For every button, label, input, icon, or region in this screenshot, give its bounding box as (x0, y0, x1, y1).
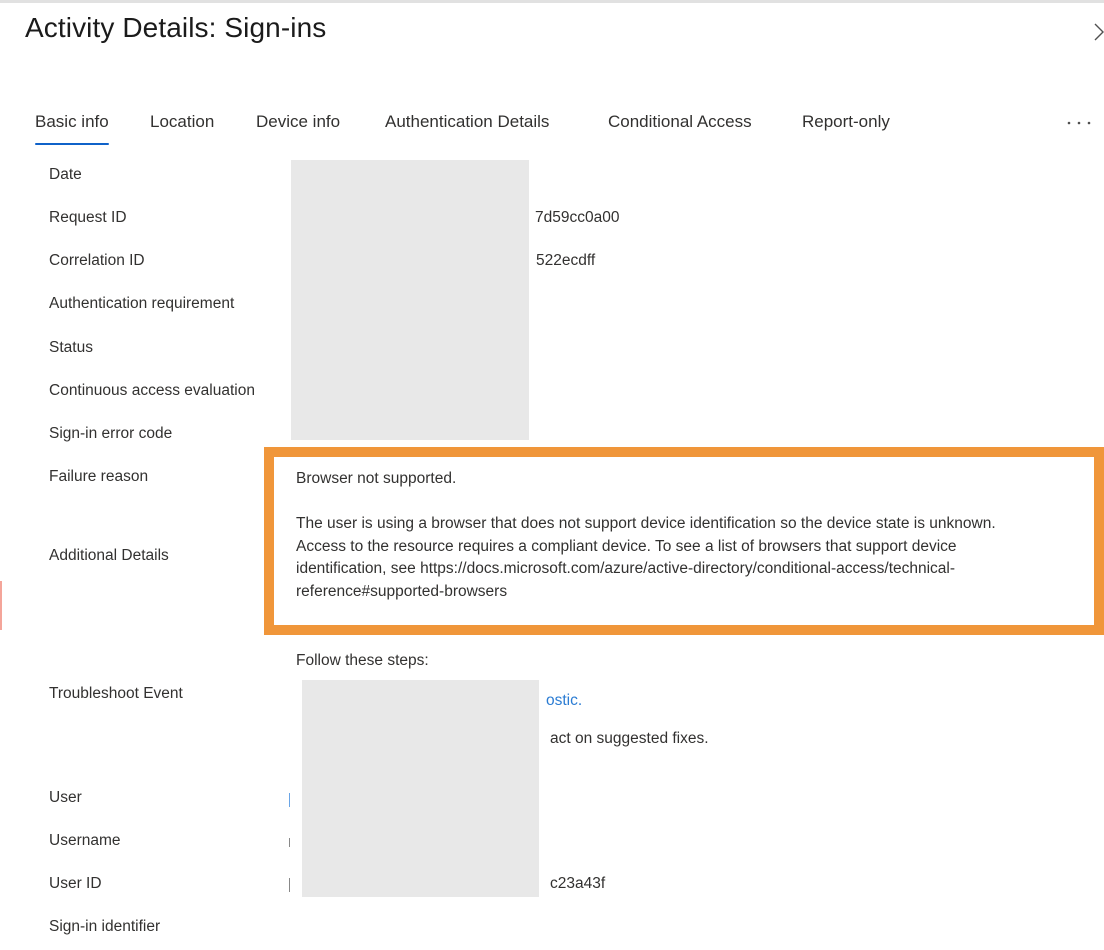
user-link-fragment[interactable] (289, 793, 290, 807)
troubleshoot-diagnostic-link[interactable]: ostic. (546, 692, 582, 710)
close-button[interactable] (1092, 20, 1104, 44)
tab-device-info[interactable]: Device info (256, 112, 340, 146)
additional-details-line: reference#supported-browsers (296, 582, 508, 600)
redacted-region (302, 680, 539, 770)
additional-details-line: identification, see https://docs.microso… (296, 560, 956, 577)
page-title: Activity Details: Sign-ins (25, 12, 327, 43)
tab-basic-info[interactable]: Basic info (35, 112, 109, 146)
ellipsis-icon (1066, 120, 1094, 137)
tab-authentication-details[interactable]: Authentication Details (385, 112, 549, 146)
additional-details-line: The user is using a browser that does no… (296, 515, 996, 532)
user-id-fragment (289, 878, 290, 892)
tab-report-only[interactable]: Report-only (802, 112, 890, 146)
failure-reason-value: Browser not supported. (296, 470, 457, 487)
correlation-id-value: 522ecdff (536, 252, 596, 269)
redacted-region (291, 160, 529, 440)
field-label-correlation-id: Correlation ID (49, 252, 145, 269)
panel-top-border (0, 0, 1104, 3)
field-label-sign-in-identifier: Sign-in identifier (49, 918, 161, 935)
field-label-username: Username (49, 832, 121, 849)
user-id-value: c23a43f (550, 875, 606, 892)
field-label-date: Date (49, 166, 82, 183)
redacted-region (302, 770, 539, 897)
field-label-failure-reason: Failure reason (49, 468, 149, 485)
more-tabs-button[interactable] (1066, 113, 1094, 133)
troubleshoot-intro: Follow these steps: (296, 652, 429, 669)
tab-conditional-access[interactable]: Conditional Access (608, 112, 752, 146)
troubleshoot-step-2: act on suggested fixes. (550, 730, 709, 747)
additional-details-line: Access to the resource requires a compli… (296, 537, 957, 555)
field-label-sign-in-error-code: Sign-in error code (49, 425, 173, 442)
field-label-continuous-access-evaluation: Continuous access evaluation (49, 382, 255, 399)
field-label-user-id: User ID (49, 875, 102, 892)
field-label-authentication-requirement: Authentication requirement (49, 295, 235, 312)
field-label-request-id: Request ID (49, 209, 127, 226)
field-label-status: Status (49, 339, 93, 356)
username-fragment (289, 838, 290, 847)
left-edge-marker (0, 581, 2, 630)
close-chevron-icon (1092, 20, 1104, 44)
field-label-additional-details: Additional Details (49, 547, 169, 564)
request-id-value: 7d59cc0a00 (535, 209, 620, 226)
tab-location[interactable]: Location (150, 112, 214, 146)
field-label-user: User (49, 789, 82, 806)
field-label-troubleshoot-event: Troubleshoot Event (49, 685, 183, 702)
